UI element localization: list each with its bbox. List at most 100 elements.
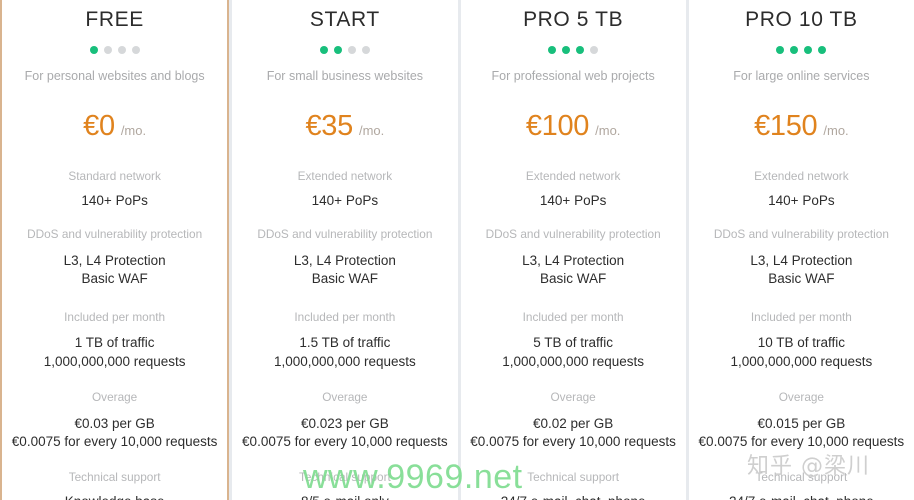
feature-overage-label: Overage <box>778 389 824 404</box>
feature-support-value: 24/7 e-mail, chat, phone <box>695 494 908 500</box>
feature-overage-value-line: €0.0075 for every 10,000 requests <box>242 434 448 450</box>
feature-overage-value-line: €0.015 per GB <box>757 415 846 431</box>
feature-overage-value: €0.03 per GB €0.0075 for every 10,000 req… <box>8 415 221 451</box>
plan-tier-dots <box>319 46 370 54</box>
feature-included-value-line: 1,000,000,000 requests <box>43 353 186 369</box>
tier-dot-active-icon <box>790 46 799 54</box>
feature-ddos-value: L3, L4 Protection Basic WAF <box>238 252 451 288</box>
feature-support-value-line: 8/5 e-mail only <box>238 494 451 500</box>
feature-included: Included per month 10 TB of traffic 1,000,… <box>695 310 908 370</box>
feature-included-value-line: 5 TB of traffic <box>533 335 614 351</box>
feature-included-value-line: 1,000,000,000 requests <box>273 353 416 369</box>
feature-included-label: Included per month <box>294 310 396 325</box>
tier-dot-active-icon <box>89 46 98 54</box>
feature-included-label: Included per month <box>750 310 852 325</box>
feature-ddos-value-line: L3, L4 Protection <box>750 253 853 268</box>
tier-dot-inactive-icon <box>590 46 599 54</box>
feature-included-value-line: 1,000,000,000 requests <box>730 353 873 369</box>
feature-overage-value-line: €0.0075 for every 10,000 requests <box>698 434 905 450</box>
feature-overage-label: Overage <box>550 389 596 404</box>
feature-ddos: DDoS and vulnerability protection L3, L4 … <box>467 227 680 288</box>
feature-ddos-value-line: Basic WAF <box>539 271 607 287</box>
feature-included-value-line: 1,000,000,000 requests <box>502 353 645 369</box>
feature-overage-value: €0.023 per GB €0.0075 for every 10,000 re… <box>238 415 451 451</box>
feature-included-value: 1 TB of traffic 1,000,000,000 requests <box>8 334 221 370</box>
feature-network-value-line: 140+ PoPs <box>539 193 607 208</box>
feature-network: Extended network 140+ PoPs <box>238 169 451 208</box>
feature-network-label: Standard network <box>68 169 161 183</box>
feature-ddos: DDoS and vulnerability protection L3, L4 … <box>695 227 908 288</box>
plan-price: €150/mo. <box>754 110 849 143</box>
feature-support-label: Technical support <box>68 470 161 485</box>
feature-support-label: Technical support <box>755 470 848 485</box>
plan-tier-dots <box>89 46 140 54</box>
feature-network-label: Extended network <box>525 169 621 183</box>
plan-tagline: For professional web projects <box>491 69 655 83</box>
tier-dot-inactive-icon <box>131 46 140 54</box>
feature-support: Technical support 8/5 e-mail only <box>238 470 451 500</box>
feature-included-value-line: 1 TB of traffic <box>74 335 155 351</box>
feature-overage-value-line: €0.023 per GB <box>300 415 389 431</box>
feature-support-label: Technical support <box>298 470 391 485</box>
feature-overage-value: €0.015 per GB €0.0075 for every 10,000 re… <box>695 415 908 451</box>
tier-dot-active-icon <box>818 46 827 54</box>
feature-included-label: Included per month <box>522 310 624 325</box>
feature-ddos: DDoS and vulnerability protection L3, L4 … <box>238 227 451 288</box>
price-amount: €35 <box>305 110 353 142</box>
plan-tier-dots <box>548 46 599 54</box>
tier-dot-active-icon <box>776 46 785 54</box>
feature-ddos-value: L3, L4 Protection Basic WAF <box>8 252 221 288</box>
feature-ddos-label: DDoS and vulnerability protection <box>485 227 661 241</box>
feature-support-value-line: 24/7 e-mail, chat, phone <box>695 494 908 500</box>
feature-ddos-label: DDoS and vulnerability protection <box>713 227 889 241</box>
feature-overage: Overage €0.023 per GB €0.0075 for every 10… <box>238 390 451 451</box>
feature-network-value-line: 140+ PoPs <box>768 193 835 208</box>
feature-overage-value-line: €0.03 per GB <box>74 415 155 431</box>
feature-ddos-value-line: Basic WAF <box>81 271 148 287</box>
feature-included-value-line: 1.5 TB of traffic <box>299 335 391 351</box>
plan-name: PRO 10 TB <box>745 8 858 31</box>
plan-tagline: For small business websites <box>266 69 424 83</box>
feature-overage-label: Overage <box>92 389 138 404</box>
feature-network-value-line: 140+ PoPs <box>81 193 148 208</box>
plan-price: €0/mo. <box>83 110 146 143</box>
feature-support: Technical support Knowledge base <box>8 470 221 500</box>
feature-support-value: 24/7 e-mail, chat, phone <box>467 494 680 500</box>
feature-network-value: 140+ PoPs <box>238 193 451 208</box>
feature-ddos-value-line: L3, L4 Protection <box>522 253 625 268</box>
plan-tagline: For large online services <box>733 69 870 83</box>
feature-network-label: Extended network <box>297 169 393 183</box>
price-period: /mo. <box>358 123 385 138</box>
feature-support-value: 8/5 e-mail only <box>238 494 451 500</box>
feature-ddos-value: L3, L4 Protection Basic WAF <box>467 252 680 288</box>
feature-ddos-value-line: Basic WAF <box>768 271 835 287</box>
tier-dot-active-icon <box>333 46 342 54</box>
feature-overage-value-line: €0.0075 for every 10,000 requests <box>11 434 218 450</box>
feature-ddos-label: DDoS and vulnerability protection <box>27 227 203 241</box>
feature-included: Included per month 5 TB of traffic 1,000,0… <box>467 310 680 370</box>
tier-dot-active-icon <box>804 46 813 54</box>
feature-support-value-line: Knowledge base <box>8 494 221 500</box>
feature-support-value-line: 24/7 e-mail, chat, phone <box>467 494 680 500</box>
feature-overage-value-line: €0.0075 for every 10,000 requests <box>470 434 676 450</box>
tier-dot-active-icon <box>319 46 328 54</box>
price-amount: €100 <box>525 110 590 142</box>
feature-included: Included per month 1 TB of traffic 1,000,0… <box>8 310 221 370</box>
feature-overage: Overage €0.02 per GB €0.0075 for every 10,… <box>467 390 680 451</box>
tier-dot-active-icon <box>548 46 557 54</box>
feature-included-value: 1.5 TB of traffic 1,000,000,000 requests <box>238 334 451 370</box>
feature-overage: Overage €0.03 per GB €0.0075 for every 10,… <box>8 390 221 451</box>
feature-overage-value: €0.02 per GB €0.0075 for every 10,000 req… <box>467 415 680 451</box>
feature-network-label: Extended network <box>754 169 849 183</box>
plan-card: FREE For personal websites and blogs €0/mo… <box>0 0 230 500</box>
price-period: /mo. <box>595 123 621 138</box>
feature-network-value: 140+ PoPs <box>467 193 680 208</box>
plan-card: PRO 5 TB For professional web projects €10… <box>460 0 686 500</box>
feature-overage-label: Overage <box>322 389 368 404</box>
feature-ddos-label: DDoS and vulnerability protection <box>257 227 433 241</box>
feature-support: Technical support 24/7 e-mail, chat, phon… <box>695 470 908 500</box>
plan-price: €35/mo. <box>305 110 384 143</box>
feature-support-label: Technical support <box>527 470 620 485</box>
feature-network-value: 140+ PoPs <box>8 193 221 208</box>
feature-overage: Overage €0.015 per GB €0.0075 for every 10… <box>695 390 908 451</box>
